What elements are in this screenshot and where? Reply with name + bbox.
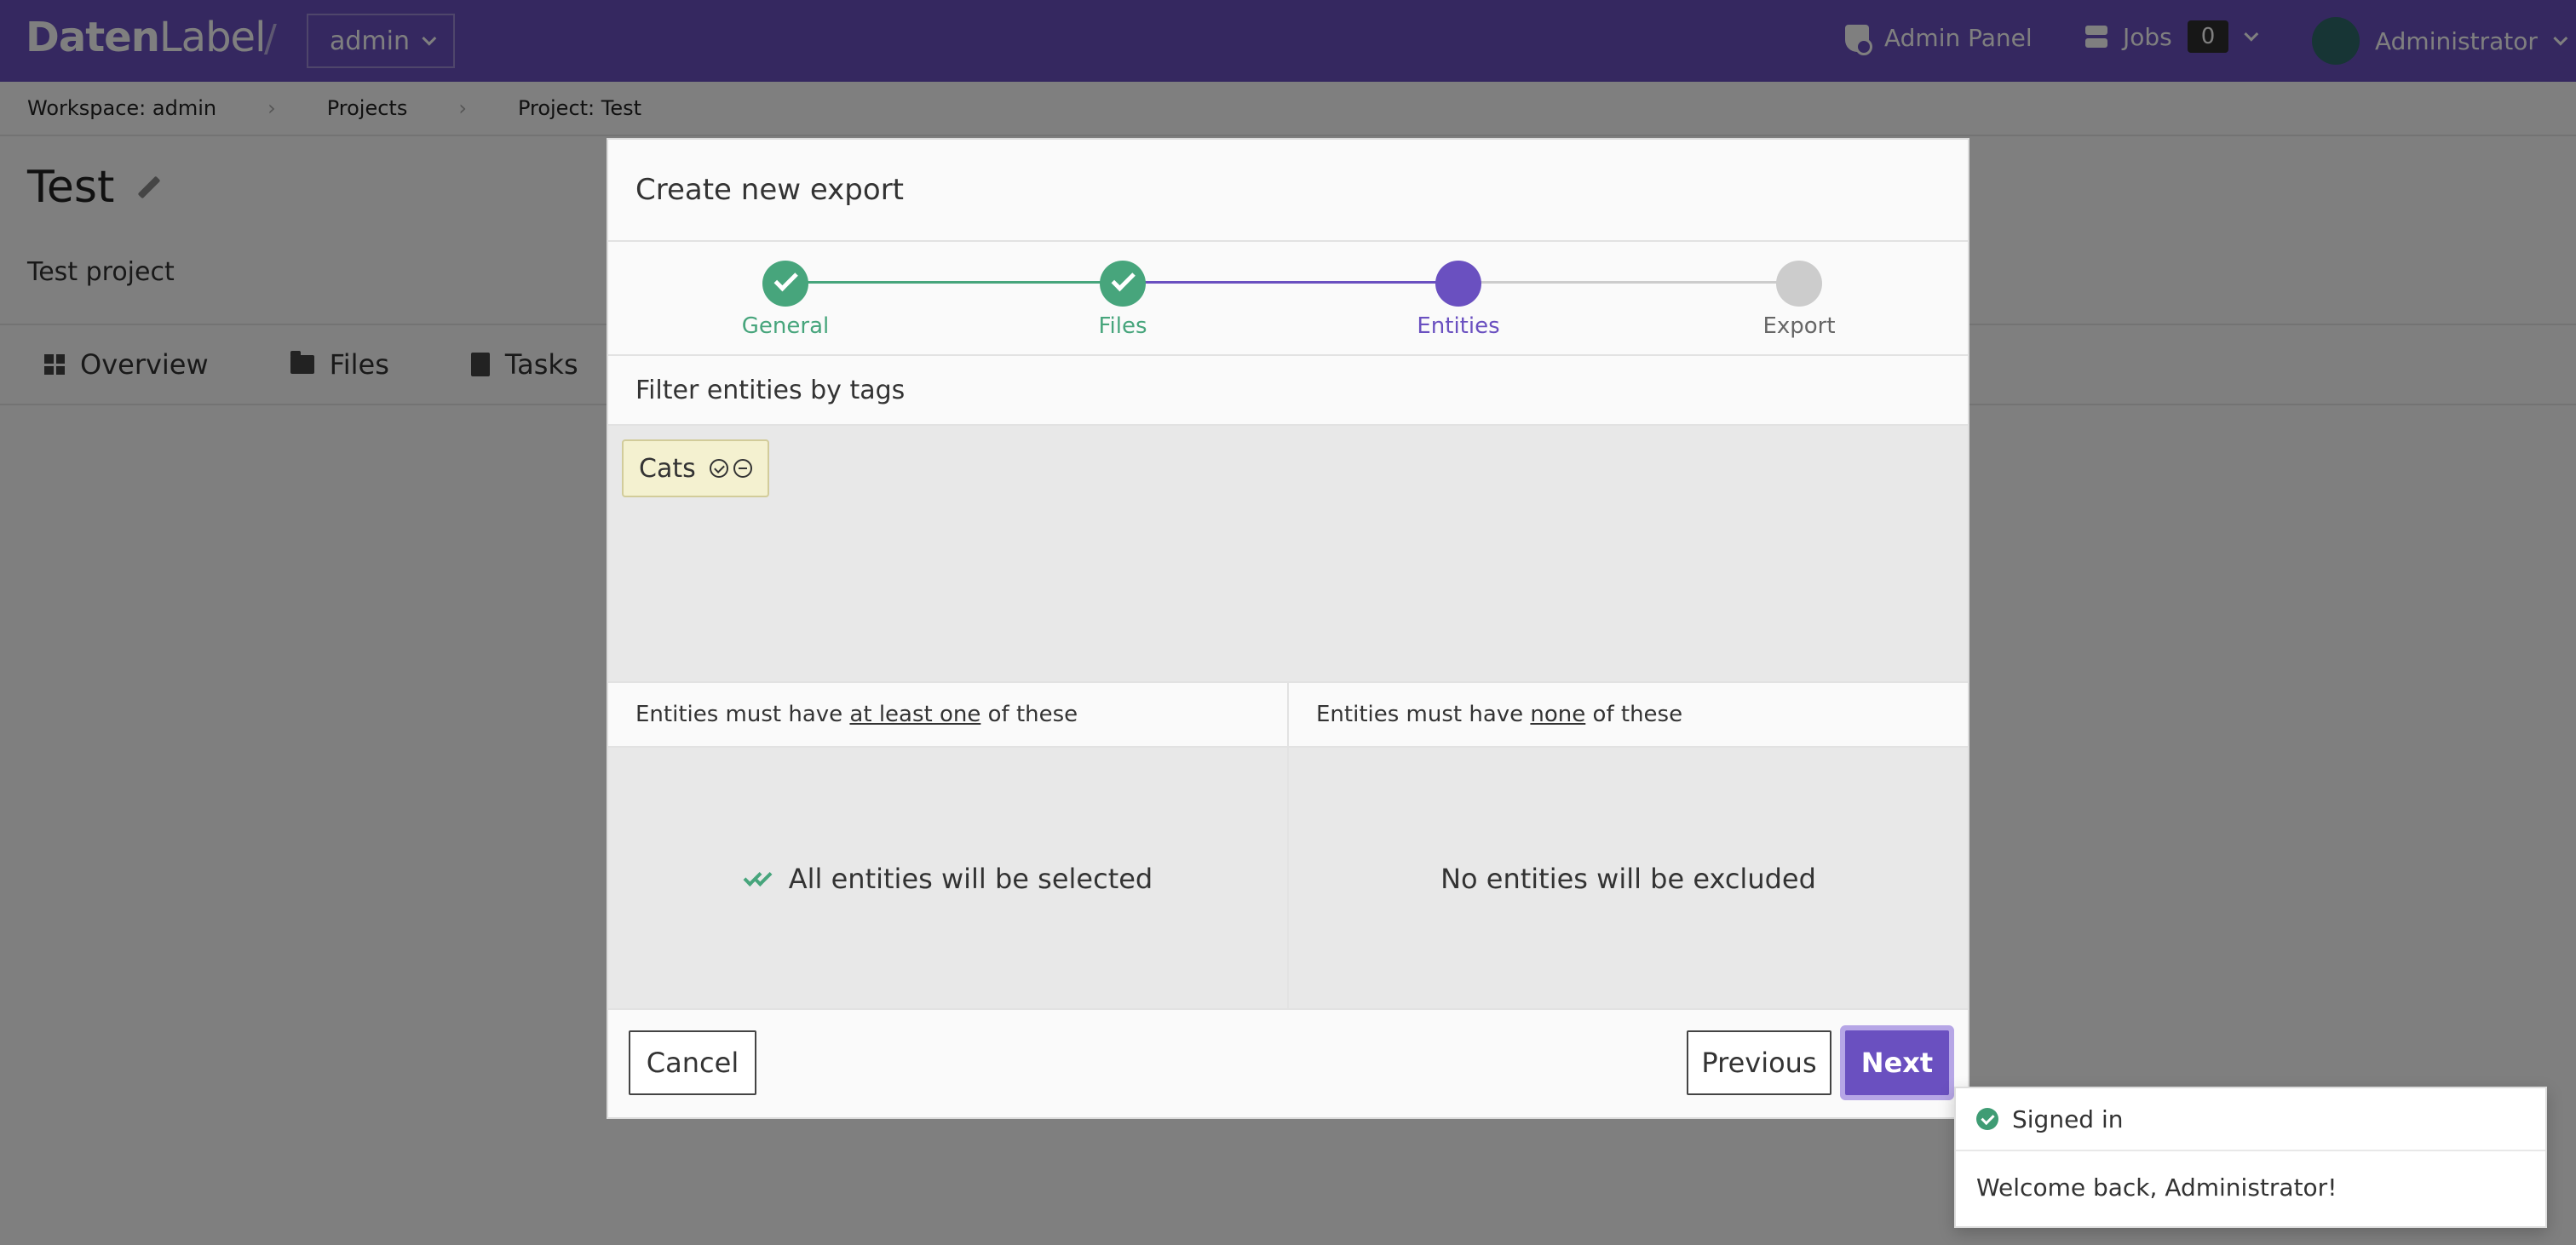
tag-pool: Cats xyxy=(608,426,1968,683)
step-files[interactable]: Files xyxy=(1038,261,1208,339)
previous-button[interactable]: Previous xyxy=(1687,1030,1831,1095)
step-label: Files xyxy=(1098,313,1147,339)
filter-section-title: Filter entities by tags xyxy=(608,356,1968,426)
step-label: General xyxy=(741,313,830,339)
step-active-dot xyxy=(1435,261,1481,307)
modal-title: Create new export xyxy=(608,140,1968,242)
create-export-modal: Create new export General Files Entities… xyxy=(607,138,1969,1119)
tag-chip[interactable]: Cats xyxy=(622,439,769,497)
step-general[interactable]: General xyxy=(700,261,871,339)
step-entities[interactable]: Entities xyxy=(1373,261,1544,339)
minus-circle-icon[interactable] xyxy=(733,459,752,478)
step-label: Export xyxy=(1762,313,1836,339)
double-check-icon xyxy=(743,868,777,889)
exclude-empty-text: No entities will be excluded xyxy=(1440,863,1816,895)
check-icon xyxy=(1111,267,1136,292)
step-label: Entities xyxy=(1417,313,1500,339)
toast-header: Signed in xyxy=(1956,1088,2545,1151)
exclude-dropzone[interactable]: No entities will be excluded xyxy=(1289,748,1968,1010)
exclude-column-header: Entities must have none of these xyxy=(1289,683,1968,748)
include-column-header: Entities must have at least one of these xyxy=(608,683,1287,748)
include-dropzone[interactable]: All entities will be selected xyxy=(608,748,1287,1010)
modal-footer: Cancel Previous Next xyxy=(608,1008,1968,1117)
check-circle-icon xyxy=(1976,1108,1998,1130)
include-column: Entities must have at least one of these… xyxy=(608,683,1287,1010)
export-stepper: General Files Entities Export xyxy=(608,242,1968,356)
exclude-column: Entities must have none of these No enti… xyxy=(1287,683,1968,1010)
toast-message: Welcome back, Administrator! xyxy=(1976,1173,2337,1202)
include-empty-text: All entities will be selected xyxy=(788,863,1153,895)
step-pending-dot xyxy=(1776,261,1822,307)
toast-title: Signed in xyxy=(2012,1104,2124,1133)
step-export[interactable]: Export xyxy=(1714,261,1884,339)
tag-label: Cats xyxy=(639,453,696,484)
check-icon xyxy=(773,267,798,292)
step-done-dot xyxy=(762,261,808,307)
tag-actions xyxy=(709,459,752,478)
cancel-button[interactable]: Cancel xyxy=(629,1030,756,1095)
check-circle-icon[interactable] xyxy=(709,459,728,478)
filter-columns: Entities must have at least one of these… xyxy=(608,683,1968,1010)
next-button[interactable]: Next xyxy=(1845,1030,1949,1095)
step-done-dot xyxy=(1100,261,1146,307)
signin-toast[interactable]: Signed in Welcome back, Administrator! xyxy=(1954,1087,2547,1228)
